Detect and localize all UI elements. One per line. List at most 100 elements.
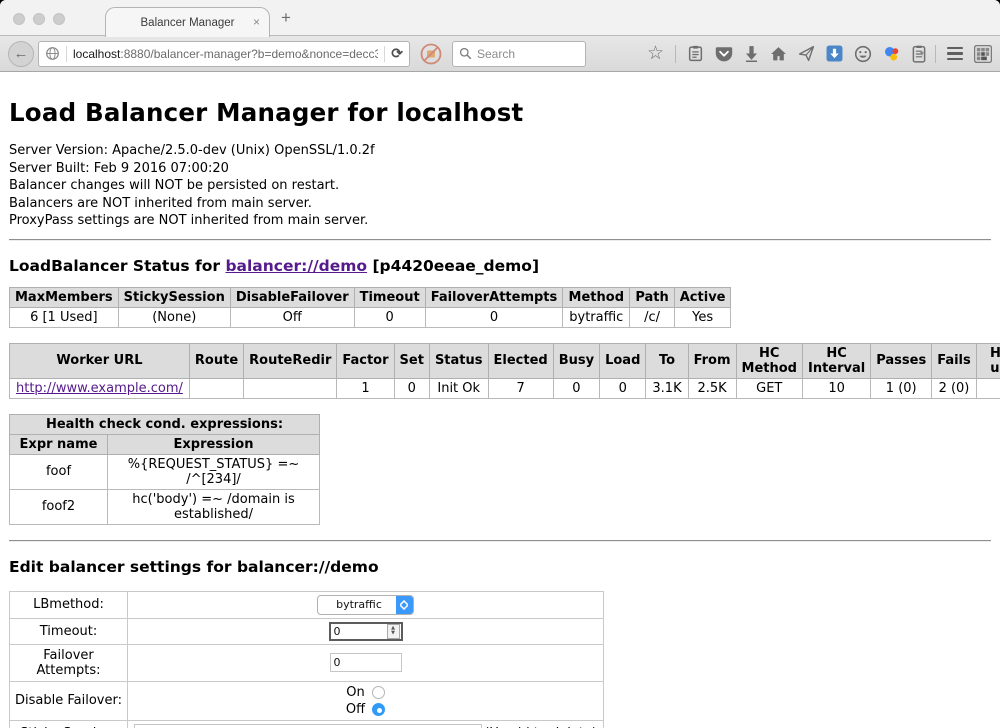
val-failoverattempts: 0 <box>425 307 563 327</box>
radio-off[interactable] <box>372 703 385 716</box>
balancer-status-table: MaxMembers StickySession DisableFailover… <box>9 287 731 328</box>
chevron-down-icon[interactable]: ▾ <box>920 49 924 58</box>
colorful-dots-extension-icon[interactable] <box>883 45 901 63</box>
val-to: 3.1K <box>646 378 688 398</box>
globe-icon <box>45 46 60 61</box>
number-spinner-icon[interactable]: ▲▼ <box>387 624 400 639</box>
val-passes: 1 (0) <box>871 378 932 398</box>
edit-settings-heading: Edit balancer settings for balancer://de… <box>9 558 991 576</box>
download-icon[interactable] <box>744 45 759 62</box>
balancer-demo-link[interactable]: balancer://demo <box>225 257 367 275</box>
pocket-icon[interactable] <box>715 45 733 63</box>
col-to: To <box>646 343 688 378</box>
table-title-row: Health check cond. expressions: <box>10 414 320 434</box>
home-icon[interactable] <box>770 46 787 62</box>
val-busy: 0 <box>553 378 599 398</box>
tab-close-icon[interactable]: × <box>253 15 260 29</box>
lbmethod-select[interactable]: bytraffic <box>317 595 414 615</box>
col-active: Active <box>674 287 731 307</box>
extension-download-icon[interactable] <box>826 45 843 62</box>
col-hc-interval: HC Interval <box>802 343 870 378</box>
table-row: foof %{REQUEST_STATUS} =~ /^[234]/ <box>10 454 320 489</box>
toolbar-separator <box>675 45 676 63</box>
send-plane-icon[interactable] <box>798 45 815 62</box>
search-placeholder: Search <box>477 47 515 61</box>
url-divider <box>66 46 67 62</box>
worker-url-link[interactable]: http://www.example.com/ <box>16 381 183 396</box>
table-header-row: Expr name Expression <box>10 434 320 454</box>
url-path: :8880/balancer-manager?b=demo&nonce=decc… <box>120 47 378 61</box>
reload-icon[interactable]: ⟳ <box>391 45 403 62</box>
divider <box>9 239 991 241</box>
col-fails: Fails <box>932 343 977 378</box>
url-text[interactable]: localhost:8880/balancer-manager?b=demo&n… <box>73 47 378 61</box>
form-row-timeout: Timeout: 0 ▲▼ <box>10 618 604 644</box>
notice-balancers: Balancers are NOT inherited from main se… <box>9 195 991 213</box>
bookmark-star-icon[interactable]: ☆ <box>647 44 664 63</box>
status-heading-suffix: [p4420eeae_demo] <box>367 257 539 275</box>
val-expr-name-foof: foof <box>10 454 108 489</box>
notice-proxypass: ProxyPass settings are NOT inherited fro… <box>9 212 991 230</box>
val-factor: 1 <box>337 378 394 398</box>
col-maxmembers: MaxMembers <box>10 287 119 307</box>
tab-balancer-manager[interactable]: Balancer Manager × <box>105 7 270 37</box>
status-heading: LoadBalancer Status for balancer://demo … <box>9 257 991 275</box>
col-expr-name: Expr name <box>10 434 108 454</box>
col-timeout: Timeout <box>354 287 425 307</box>
minimize-window-button[interactable] <box>33 13 45 25</box>
col-from: From <box>688 343 736 378</box>
col-load: Load <box>600 343 646 378</box>
val-maxmembers: 6 [1 Used] <box>10 307 119 327</box>
val-hc-interval: 10 <box>802 378 870 398</box>
close-window-button[interactable] <box>13 13 25 25</box>
zoom-window-button[interactable] <box>53 13 65 25</box>
sticky-session-row: (Use '-' to delete) <box>132 724 599 728</box>
emoji-smiley-icon[interactable] <box>854 45 872 63</box>
reading-list-icon[interactable] <box>687 45 704 62</box>
radio-off-label: Off <box>346 702 365 717</box>
col-hc-uri: HC uri <box>976 343 1000 378</box>
col-routeredir: RouteRedir <box>244 343 337 378</box>
disable-failover-radios: On Off <box>132 685 599 717</box>
url-host: localhost <box>73 47 120 61</box>
timeout-label: Timeout: <box>10 618 128 644</box>
adblock-icon[interactable] <box>420 43 442 65</box>
table-row: 6 [1 Used] (None) Off 0 0 bytraffic /c/ … <box>10 307 731 327</box>
status-heading-prefix: LoadBalancer Status for <box>9 257 225 275</box>
toolbar-separator-2 <box>935 45 936 63</box>
server-built: Server Built: Feb 9 2016 07:00:20 <box>9 160 991 178</box>
form-row-lbmethod: LBmethod: bytraffic <box>10 591 604 618</box>
col-route: Route <box>189 343 243 378</box>
val-status: Init Ok <box>429 378 488 398</box>
table-row: foof2 hc('body') =~ /domain is establish… <box>10 489 320 524</box>
url-bar[interactable]: localhost:8880/balancer-manager?b=demo&n… <box>38 41 410 67</box>
radio-on[interactable] <box>372 686 385 699</box>
radio-on-row: On <box>346 685 384 700</box>
server-info: Server Version: Apache/2.5.0-dev (Unix) … <box>9 142 991 230</box>
toolbar-icons: ☆ <box>598 44 992 63</box>
val-fails: 2 (0) <box>932 378 977 398</box>
val-timeout: 0 <box>354 307 425 327</box>
val-path: /c/ <box>630 307 674 327</box>
col-path: Path <box>630 287 674 307</box>
sticky-session-input[interactable] <box>134 724 482 728</box>
col-status: Status <box>429 343 488 378</box>
val-route <box>189 378 243 398</box>
new-tab-button[interactable]: + <box>281 9 291 26</box>
val-active: Yes <box>674 307 731 327</box>
val-expression-foof: %{REQUEST_STATUS} =~ /^[234]/ <box>108 454 320 489</box>
tile-tabs-icon[interactable] <box>974 45 992 63</box>
hamburger-menu-icon[interactable] <box>947 47 963 61</box>
search-icon <box>459 47 472 60</box>
col-expression: Expression <box>108 434 320 454</box>
window-controls <box>13 13 65 25</box>
search-input[interactable]: Search <box>452 41 586 67</box>
back-button[interactable]: ← <box>8 41 34 67</box>
back-arrow-icon: ← <box>14 45 29 62</box>
val-from: 2.5K <box>688 378 736 398</box>
form-row-disable-failover: Disable Failover: On Off <box>10 681 604 720</box>
lbmethod-label: LBmethod: <box>10 591 128 618</box>
timeout-input[interactable]: 0 ▲▼ <box>329 622 403 641</box>
failover-attempts-input[interactable]: 0 <box>330 653 402 672</box>
col-hc-method: HC Method <box>736 343 802 378</box>
